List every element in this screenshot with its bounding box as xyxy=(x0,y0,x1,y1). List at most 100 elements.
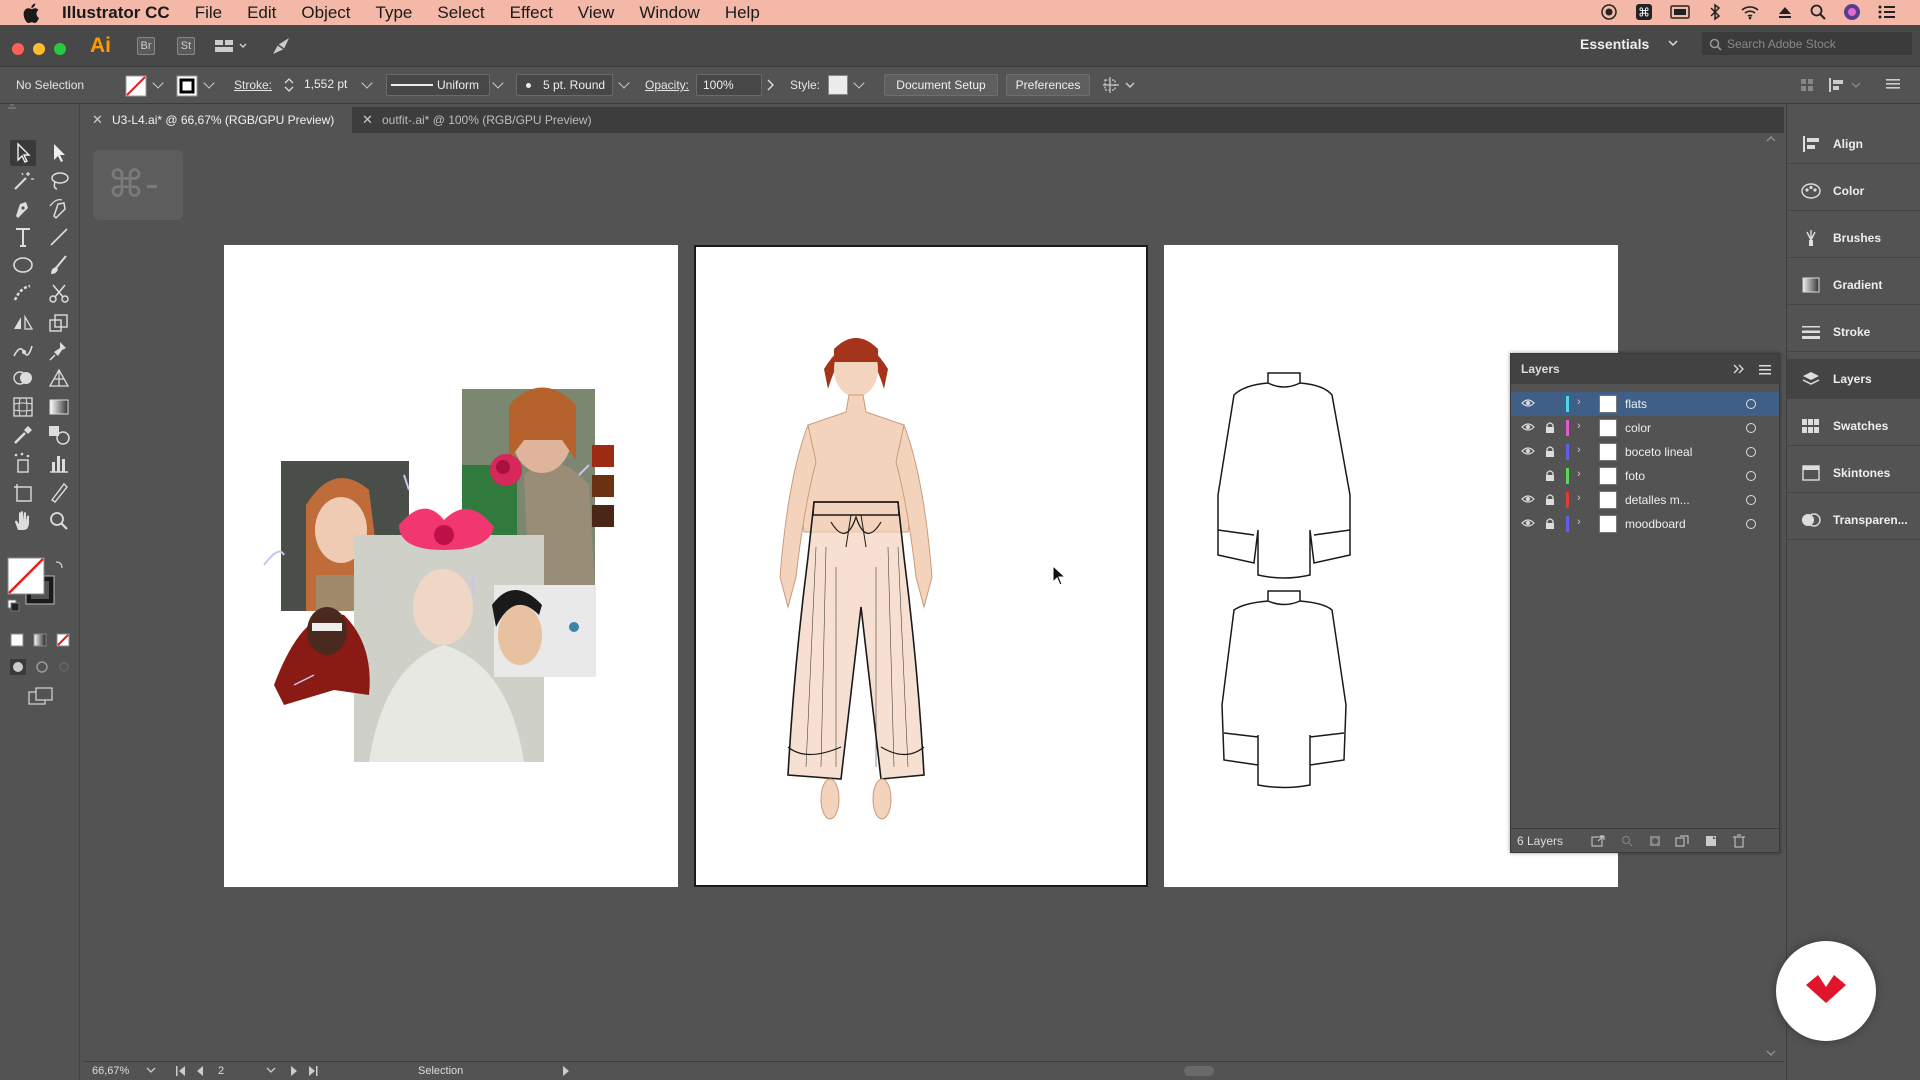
wifi-icon[interactable] xyxy=(1740,4,1760,20)
opacity-label[interactable]: Opacity: xyxy=(645,78,689,92)
target-icon[interactable] xyxy=(1746,399,1756,409)
dock-align[interactable]: Align xyxy=(1787,124,1920,164)
pen-tool-icon[interactable] xyxy=(10,196,36,222)
stroke-label[interactable]: Stroke: xyxy=(234,78,272,92)
opacity-arrow-icon[interactable] xyxy=(766,79,774,91)
arrange-documents-icon[interactable] xyxy=(214,37,248,55)
zoom-window-button[interactable] xyxy=(54,43,66,55)
layer-name[interactable]: detalles m... xyxy=(1625,493,1690,507)
arrange-panels-icon[interactable] xyxy=(1800,78,1814,92)
variable-width-profile[interactable]: Uniform xyxy=(386,74,490,96)
shape-builder-tool-icon[interactable] xyxy=(10,366,36,392)
panel-menu-icon[interactable] xyxy=(1759,365,1771,375)
expand-layer-icon[interactable]: › xyxy=(1577,396,1581,408)
mesh-tool-icon[interactable] xyxy=(10,394,36,420)
column-graph-tool-icon[interactable] xyxy=(46,450,72,476)
zoom-level[interactable]: 66,67% xyxy=(92,1065,129,1077)
expand-layer-icon[interactable]: › xyxy=(1577,516,1581,528)
selection-tool-icon[interactable] xyxy=(10,140,36,166)
status-menu-icon[interactable] xyxy=(562,1066,570,1076)
layer-name[interactable]: color xyxy=(1625,421,1651,435)
expand-layer-icon[interactable]: › xyxy=(1577,444,1581,456)
fill-swatch[interactable] xyxy=(125,75,147,97)
fill-chevron-icon[interactable] xyxy=(152,77,164,89)
target-icon[interactable] xyxy=(1746,495,1756,505)
layer-row[interactable]: › foto xyxy=(1511,464,1779,488)
layer-row[interactable]: › color xyxy=(1511,416,1779,440)
stroke-chevron-icon[interactable] xyxy=(203,77,215,89)
opacity-field[interactable]: 100% xyxy=(696,74,762,96)
layer-row[interactable]: › boceto lineal xyxy=(1511,440,1779,464)
shaper-tool-icon[interactable] xyxy=(10,280,36,306)
dock-stroke[interactable]: Stroke xyxy=(1787,312,1920,352)
puppet-warp-tool-icon[interactable] xyxy=(10,338,36,364)
target-icon[interactable] xyxy=(1746,519,1756,529)
fill-stroke-indicator[interactable] xyxy=(6,556,66,616)
menu-effect[interactable]: Effect xyxy=(510,3,553,23)
horizontal-scrollbar[interactable] xyxy=(584,1064,1754,1078)
dock-color[interactable]: Color xyxy=(1787,171,1920,211)
brush-chevron-icon[interactable] xyxy=(618,77,630,89)
gpu-performance-icon[interactable] xyxy=(270,35,292,57)
visibility-eye-icon[interactable] xyxy=(1521,494,1535,504)
scrollbar-thumb[interactable] xyxy=(1184,1066,1214,1076)
blend-tool-icon[interactable] xyxy=(46,422,72,448)
scissors-tool-icon[interactable] xyxy=(46,280,72,306)
menu-type[interactable]: Type xyxy=(376,3,413,23)
symbol-sprayer-tool-icon[interactable] xyxy=(10,450,36,476)
color-mode-buttons[interactable] xyxy=(10,632,72,648)
type-tool-icon[interactable] xyxy=(10,224,36,250)
tab-u3-l4[interactable]: ✕ U3-L4.ai* @ 66,67% (RGB/GPU Preview) xyxy=(84,107,352,133)
workspace-chevron-icon[interactable] xyxy=(1667,37,1679,49)
lock-icon[interactable] xyxy=(1545,469,1555,482)
last-artboard-icon[interactable] xyxy=(308,1066,318,1076)
magic-wand-tool-icon[interactable] xyxy=(10,168,36,194)
draw-mode-buttons[interactable] xyxy=(10,658,72,676)
close-tab-icon[interactable]: ✕ xyxy=(362,107,373,133)
reflect-tool-icon[interactable] xyxy=(10,310,36,336)
locate-object-icon[interactable] xyxy=(1621,835,1633,847)
hand-tool-icon[interactable] xyxy=(10,508,36,534)
expand-layer-icon[interactable]: › xyxy=(1577,492,1581,504)
layer-name[interactable]: boceto lineal xyxy=(1625,445,1692,459)
scale-tool-icon[interactable] xyxy=(46,310,72,336)
layer-row[interactable]: › detalles m... xyxy=(1511,488,1779,512)
new-layer-icon[interactable] xyxy=(1705,835,1717,847)
preferences-button[interactable]: Preferences xyxy=(1006,74,1090,96)
minimize-window-button[interactable] xyxy=(33,43,45,55)
lock-icon[interactable] xyxy=(1545,517,1555,530)
align-options-icon[interactable] xyxy=(1828,77,1864,93)
menu-edit[interactable]: Edit xyxy=(247,3,276,23)
menu-select[interactable]: Select xyxy=(437,3,484,23)
layer-name[interactable]: flats xyxy=(1625,397,1647,411)
dock-skintones[interactable]: Skintones xyxy=(1787,453,1920,493)
target-icon[interactable] xyxy=(1746,423,1756,433)
close-window-button[interactable] xyxy=(12,43,24,55)
siri-icon[interactable] xyxy=(1843,3,1861,21)
lock-icon[interactable] xyxy=(1545,493,1555,506)
menu-window[interactable]: Window xyxy=(639,3,699,23)
menu-file[interactable]: File xyxy=(195,3,222,23)
direct-selection-tool-icon[interactable] xyxy=(46,140,72,166)
style-swatch[interactable] xyxy=(828,75,848,95)
stock-button[interactable]: St xyxy=(177,37,195,55)
apple-icon[interactable] xyxy=(22,3,42,23)
eyedropper-tool-icon[interactable] xyxy=(10,422,36,448)
dock-transparency[interactable]: Transparen... xyxy=(1787,500,1920,540)
record-icon[interactable] xyxy=(1600,3,1618,21)
artboard-number[interactable]: 2 xyxy=(218,1065,224,1077)
document-setup-button[interactable]: Document Setup xyxy=(884,74,998,96)
artboard-1[interactable] xyxy=(224,245,678,887)
visibility-eye-icon[interactable] xyxy=(1521,518,1535,528)
style-chevron-icon[interactable] xyxy=(853,77,865,89)
search-stock-input[interactable]: Search Adobe Stock xyxy=(1702,32,1912,55)
eject-icon[interactable] xyxy=(1777,4,1793,20)
target-icon[interactable] xyxy=(1746,471,1756,481)
artboard-2[interactable] xyxy=(694,245,1148,887)
menu-view[interactable]: View xyxy=(578,3,615,23)
line-tool-icon[interactable] xyxy=(46,224,72,250)
slice-tool-icon[interactable] xyxy=(46,480,72,506)
bridge-button[interactable]: Br xyxy=(137,37,155,55)
layers-panel-header[interactable]: Layers xyxy=(1511,354,1779,384)
visibility-eye-icon[interactable] xyxy=(1521,398,1535,408)
